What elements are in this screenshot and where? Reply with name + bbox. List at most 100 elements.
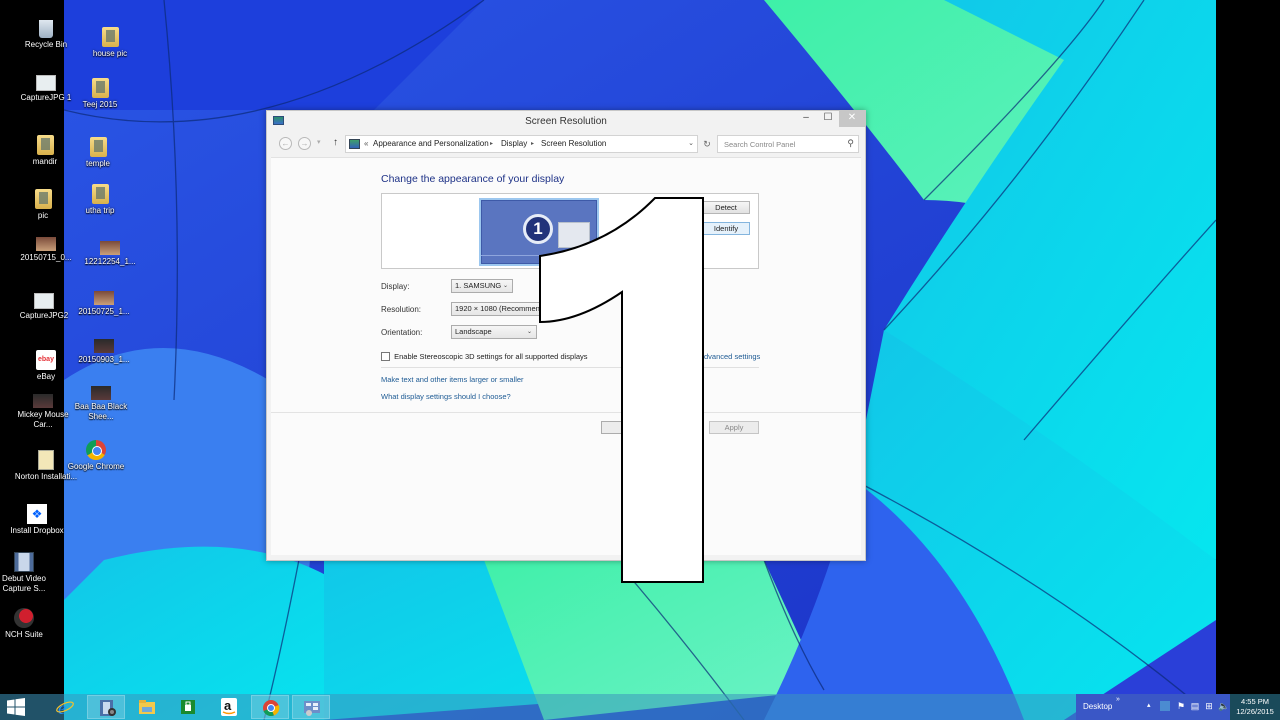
breadcrumb-overflow[interactable]: « [364,139,368,148]
minimize-button[interactable]: – [795,111,817,127]
clock[interactable]: 4:55 PM 12/26/2015 [1230,694,1280,720]
chevron-down-icon: ⌄ [526,329,532,335]
search-input[interactable] [718,136,838,152]
desktop-icon-temple[interactable]: temple [66,137,130,169]
identify-button[interactable]: Identify [702,222,750,235]
desktop-icon-baa-baa[interactable]: Baa Baa Black Shee... [69,382,133,422]
desktop-icon-install-dropbox[interactable]: ❖ Install Dropbox [5,504,69,536]
display-label: Display: [381,282,410,291]
desktop-icon-12212254[interactable]: 12212254_1... [78,237,142,267]
taskbar-app-windows-store[interactable] [169,695,207,719]
taskbar-app-google-chrome[interactable] [251,695,289,719]
recent-locations-button[interactable]: ▾ [317,138,321,146]
start-button[interactable] [6,698,26,716]
numeral-one-shape [539,197,704,583]
orientation-label: Orientation: [381,328,423,337]
maximize-button[interactable]: ☐ [817,111,839,127]
text-size-link[interactable]: Make text and other items larger or smal… [381,375,524,384]
desktop-icon-20150715[interactable]: 20150715_0... [14,233,78,263]
desktop-icon-recycle-bin[interactable]: Recycle Bin [14,20,78,50]
letterbox-right [1216,0,1280,720]
desktop-icon-nch-suite[interactable]: NCH Suite [0,608,56,640]
desktop-icon-label: pic [37,211,49,220]
amazon-icon: a [221,698,237,716]
address-dropdown-icon[interactable]: ⌄ [688,139,694,147]
video-file-icon [94,339,114,353]
folder-icon [89,137,107,157]
network-monitor-icon[interactable] [1160,701,1170,711]
desktop-icon-label: 12212254_1... [84,257,136,266]
close-button[interactable]: ✕ [839,111,865,127]
search-icon[interactable]: ⚲ [847,138,854,149]
network-icon[interactable]: ▤ [1190,701,1200,711]
up-button[interactable]: ↑ [333,137,338,148]
breadcrumb-screen-resolution[interactable]: Screen Resolution [541,139,606,148]
desktop-icon-20150725[interactable]: 20150725_1... [72,287,136,317]
window-title: Screen Resolution [525,116,607,127]
desktop-icon-house-pic[interactable]: house pic [78,27,142,59]
show-hidden-icons-button[interactable]: ▴ [1147,701,1151,709]
detect-button[interactable]: Detect [702,201,750,214]
desktop-icon-mickey-mouse[interactable]: Mickey Mouse Car... [11,390,75,430]
video-file-icon [91,386,111,400]
taskbar-app-amazon[interactable]: a [210,695,248,719]
display-settings-help-link[interactable]: What display settings should I choose? [381,392,511,401]
folder-icon [34,189,52,209]
orientation-select[interactable]: Landscape ⌄ [451,325,537,339]
photo-file-icon [36,237,56,251]
ebay-icon: ebay [36,350,56,370]
control-panel-icon [349,139,360,149]
desktop-icon-google-chrome[interactable]: Google Chrome [64,440,128,472]
desktop-icon-pic[interactable]: pic [11,189,75,221]
back-button[interactable]: ← [279,137,292,150]
desktop-icon-label: Google Chrome [67,462,125,471]
title-bar[interactable]: Screen Resolution – ☐ ✕ [267,111,865,133]
taskbar: e a Desktop » ▴ ⚑ ▤ ⊞ 🔈 4:55 PM 12/26/20… [0,694,1280,720]
debut-video-icon [14,552,34,572]
desktop-icon-ebay[interactable]: ebay eBay [14,350,78,382]
breadcrumb-separator-icon[interactable]: ▸ [490,140,493,147]
breadcrumb-appearance[interactable]: Appearance and Personalization [373,139,489,148]
desktop-icon-label: house pic [92,49,128,58]
desktop-icon-label: Install Dropbox [10,526,64,535]
video-file-icon [33,394,53,408]
folder-icon [91,184,109,204]
store-icon [181,700,195,714]
desktop-icon-label: Debut Video Capture S... [2,574,46,593]
desktop-icon-label: NCH Suite [5,630,43,639]
photo-file-icon [94,291,114,305]
taskbar-app-file-explorer[interactable] [128,695,166,719]
volume-icon[interactable]: 🔈 [1218,701,1229,711]
orientation-select-value: Landscape [455,327,492,336]
breadcrumb-separator-icon[interactable]: ▸ [531,140,534,147]
desktop-icon-label: utha trip [85,206,115,215]
taskbar-app-debut-video[interactable] [87,695,125,719]
address-bar[interactable]: « Appearance and Personalization ▸ Displ… [345,135,698,153]
search-box[interactable]: ⚲ [717,135,859,153]
toolbar-overflow-icon[interactable]: » [1116,696,1120,703]
desktop-icon-teej-2015[interactable]: Teej 2015 [68,78,132,110]
desktop-icon-label: Mickey Mouse Car... [17,410,69,429]
breadcrumb-display[interactable]: Display [501,139,527,148]
numeral-one-overlay [539,197,704,583]
desktop-icon-label: 20150725_1... [78,307,130,316]
desktop-icon-debut-video[interactable]: Debut Video Capture S... [0,552,56,594]
taskbar-app-control-panel[interactable] [292,695,330,719]
desktop-icon-utha-trip[interactable]: utha trip [68,184,132,216]
chevron-down-icon: ⌄ [502,283,508,289]
photo-file-icon [100,241,120,255]
navigation-bar: ← → ▾ ↑ « Appearance and Personalization… [273,135,859,153]
apply-button[interactable]: Apply [709,421,759,434]
desktop-icon-capturejpg2[interactable]: CaptureJPG2 [12,293,76,321]
desktop-icon-label: 20150903_1... [78,355,130,364]
taskbar-app-internet-explorer[interactable]: e [46,695,84,719]
display-select[interactable]: 1. SAMSUNG ⌄ [451,279,513,293]
desktop-toolbar-label[interactable]: Desktop [1083,702,1112,711]
windows-update-icon[interactable]: ⊞ [1204,701,1214,711]
forward-button[interactable]: → [298,137,311,150]
desktop-icon-20150903[interactable]: 20150903_1... [72,335,136,365]
action-center-flag-icon[interactable]: ⚑ [1176,701,1186,711]
refresh-button[interactable]: ↻ [700,137,714,151]
advanced-settings-link[interactable]: Advanced settings [699,352,760,361]
stereo-3d-checkbox[interactable] [381,352,390,361]
